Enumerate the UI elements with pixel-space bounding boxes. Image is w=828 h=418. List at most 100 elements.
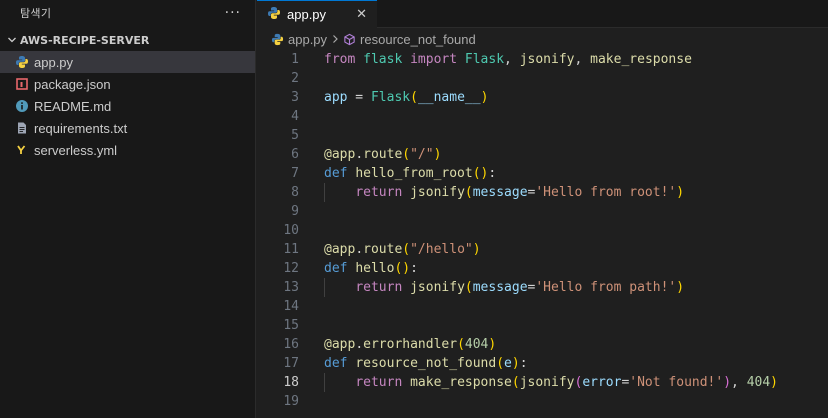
file-item[interactable]: README.md: [0, 95, 255, 117]
code-token: def: [324, 356, 348, 371]
code-line[interactable]: 15: [257, 316, 828, 335]
code-line[interactable]: 14: [257, 297, 828, 316]
code-token: (: [410, 90, 418, 105]
code-text: return jsonify(message='Hello from root!…: [324, 183, 684, 202]
code-editor[interactable]: 1 from flask import Flask, jsonify, make_…: [257, 50, 828, 418]
python-icon: [267, 6, 281, 24]
folder-aws-recipe-server[interactable]: AWS-RECIPE-SERVER: [0, 29, 255, 51]
more-actions-icon[interactable]: ···: [225, 5, 241, 21]
explorer-title: 탐색기: [20, 7, 52, 20]
code-token: (: [457, 337, 465, 352]
file-item[interactable]: requirements.txt: [0, 117, 255, 139]
code-token: def: [324, 166, 348, 181]
file-label: package.json: [34, 76, 111, 92]
code-token: Flask: [464, 52, 505, 67]
code-line[interactable]: 18 return make_response(jsonify(error='N…: [257, 373, 828, 392]
code-line[interactable]: 9: [257, 202, 828, 221]
code-line[interactable]: 17 def resource_not_found(e):: [257, 354, 828, 373]
code-line[interactable]: 2: [257, 69, 828, 88]
close-icon[interactable]: ✕: [356, 7, 367, 22]
breadcrumb-symbol-label: resource_not_found: [360, 31, 476, 47]
symbol-method-icon: [343, 33, 356, 46]
tab-app-py[interactable]: app.py ✕: [257, 0, 377, 28]
code-token: jsonify: [410, 185, 465, 200]
tab-bar: app.py ✕: [257, 0, 828, 28]
file-label: requirements.txt: [34, 120, 128, 136]
line-number: 10: [283, 223, 299, 238]
breadcrumb-symbol[interactable]: resource_not_found: [343, 32, 476, 47]
code-line[interactable]: 4: [257, 107, 828, 126]
tab-label: app.py: [287, 7, 327, 22]
code-token: message: [472, 280, 528, 295]
code-text: return jsonify(message='Hello from path!…: [324, 278, 684, 297]
code-line[interactable]: 11 @app.route("/hello"): [257, 240, 828, 259]
code-token: Flask: [370, 90, 411, 105]
code-token: return: [355, 280, 403, 295]
code-token: (: [511, 375, 520, 390]
code-token: 404: [464, 337, 489, 352]
code-token: import: [410, 52, 458, 67]
code-line[interactable]: 16 @app.errorhandler(404): [257, 335, 828, 354]
code-token: app: [331, 337, 356, 352]
code-line[interactable]: 5: [257, 126, 828, 145]
code-line[interactable]: 13 return jsonify(message='Hello from pa…: [257, 278, 828, 297]
code-token: (: [464, 185, 473, 200]
code-text: @app.route("/hello"): [324, 240, 481, 259]
line-number: 5: [291, 128, 299, 143]
code-token: app: [324, 90, 348, 105]
code-token: flask: [363, 52, 403, 67]
code-token: 'Hello from path!': [535, 280, 677, 295]
code-line[interactable]: 12 def hello():: [257, 259, 828, 278]
code-token: errorhandler: [363, 337, 458, 352]
code-token: jsonify: [519, 52, 575, 67]
code-token: ): [676, 280, 685, 295]
code-text: @app.errorhandler(404): [324, 335, 496, 354]
explorer-sidebar: 탐색기 ··· AWS-RECIPE-SERVER app.py package.…: [0, 0, 256, 418]
code-token: app: [331, 242, 356, 257]
code-token: __name__: [417, 90, 481, 105]
file-item[interactable]: app.py: [0, 51, 255, 73]
code-text: from flask import Flask, jsonify, make_r…: [324, 50, 692, 69]
line-number: 4: [291, 109, 299, 124]
code-token: .: [355, 337, 364, 352]
code-line[interactable]: 3 app = Flask(__name__): [257, 88, 828, 107]
code-token: ): [472, 242, 481, 257]
code-token: :: [410, 261, 418, 276]
code-token: (): [472, 166, 489, 181]
code-token: "/": [410, 147, 434, 162]
code-token: 404: [746, 375, 771, 390]
code-line[interactable]: 8 return jsonify(message='Hello from roo…: [257, 183, 828, 202]
file-item[interactable]: package.json: [0, 73, 255, 95]
code-token: hello_from_root: [355, 166, 473, 181]
code-token: .: [355, 147, 364, 162]
code-line[interactable]: 1 from flask import Flask, jsonify, make_…: [257, 50, 828, 69]
line-number: 3: [291, 90, 299, 105]
code-token: "/hello": [410, 242, 473, 257]
code-token: resource_not_found: [355, 356, 497, 371]
file-item[interactable]: serverless.yml: [0, 139, 255, 161]
code-token: ): [480, 90, 489, 105]
code-token: make_response: [410, 375, 512, 390]
line-number: 9: [291, 204, 299, 219]
code-token: def: [324, 261, 348, 276]
file-label: serverless.yml: [34, 142, 118, 158]
code-line[interactable]: 6 @app.route("/"): [257, 145, 828, 164]
code-line[interactable]: 10: [257, 221, 828, 240]
code-token: make_response: [590, 52, 692, 67]
line-number: 8: [291, 185, 299, 200]
code-line[interactable]: 7 def hello_from_root():: [257, 164, 828, 183]
python-file-icon: [14, 54, 30, 70]
breadcrumb-file[interactable]: app.py: [271, 32, 327, 47]
line-number: 14: [283, 299, 299, 314]
code-line[interactable]: 19: [257, 392, 828, 411]
code-token: (: [464, 280, 473, 295]
code-text: @app.route("/"): [324, 145, 441, 164]
